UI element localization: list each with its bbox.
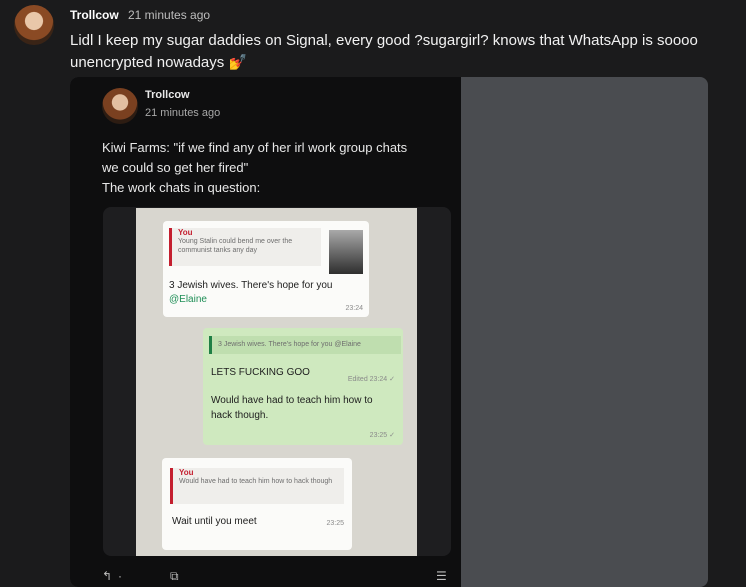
message-mention: @Elaine <box>169 294 207 305</box>
embedded-text: Kiwi Farms: "if we find any of her irl w… <box>102 138 447 198</box>
chat-message: 3 Jewish wives. There's hope for you @El… <box>203 328 403 445</box>
quote-sender: You <box>178 228 193 237</box>
quote-text: Would have had to teach him how to hack … <box>179 478 333 485</box>
reply-quote: 3 Jewish wives. There's hope for you @El… <box>209 336 401 354</box>
reply-quote: You Would have had to teach him how to h… <box>170 468 344 504</box>
message-time: 23:24 <box>345 305 363 312</box>
message-time: 23:25 ✓ <box>369 432 395 439</box>
message-text: LETS FUCKING GOO <box>211 367 310 378</box>
embedded-screenshot[interactable]: Trollcow 21 minutes ago Kiwi Farms: "if … <box>70 77 708 587</box>
quote-sender: You <box>179 468 194 477</box>
message-time: 23:25 <box>326 520 344 527</box>
message-text: Wait until you meet <box>172 516 257 527</box>
dot-icon: · <box>118 569 122 583</box>
embedded-timestamp: 21 minutes ago <box>145 107 221 119</box>
embedded-avatar <box>102 88 138 124</box>
comment-author[interactable]: Trollcow <box>70 8 119 22</box>
embedded-line: The work chats in question: <box>102 180 261 195</box>
chat-screenshot: You Young Stalin could bend me over the … <box>136 208 417 556</box>
message-text: Would have had to teach him how to hack … <box>211 395 373 421</box>
message-text: 3 Jewish wives. There's hope for you <box>169 280 333 291</box>
share-icon: ↰ <box>102 569 113 583</box>
reply-quote: You Young Stalin could bend me over the … <box>169 228 321 266</box>
embedded-line: Kiwi Farms: "if we find any of her irl w… <box>102 140 408 155</box>
comment-text: Lidl I keep my sugar daddies on Signal, … <box>70 32 698 71</box>
quote-text: 3 Jewish wives. There's hope for you @El… <box>218 341 361 348</box>
chat-message: You Young Stalin could bend me over the … <box>163 221 369 317</box>
screenshot-content: Trollcow 21 minutes ago Kiwi Farms: "if … <box>70 77 461 587</box>
chat-screenshot-frame: You Young Stalin could bend me over the … <box>103 207 451 556</box>
embedded-action-bar: ↰ · ⧉ ☰ <box>100 569 460 585</box>
quote-image-thumbnail <box>329 230 363 274</box>
commenter-avatar[interactable] <box>14 5 54 45</box>
embedded-line: we could so get her fired" <box>102 160 249 175</box>
menu-icon: ☰ <box>436 569 447 583</box>
quote-text: Young Stalin could bend me over the comm… <box>178 238 293 254</box>
message-time: Edited 23:24 ✓ <box>347 376 395 383</box>
comment-timestamp: 21 minutes ago <box>128 8 211 22</box>
copy-icon: ⧉ <box>170 569 179 583</box>
embedded-author: Trollcow <box>145 89 190 101</box>
chat-message: You Would have had to teach him how to h… <box>162 458 352 550</box>
